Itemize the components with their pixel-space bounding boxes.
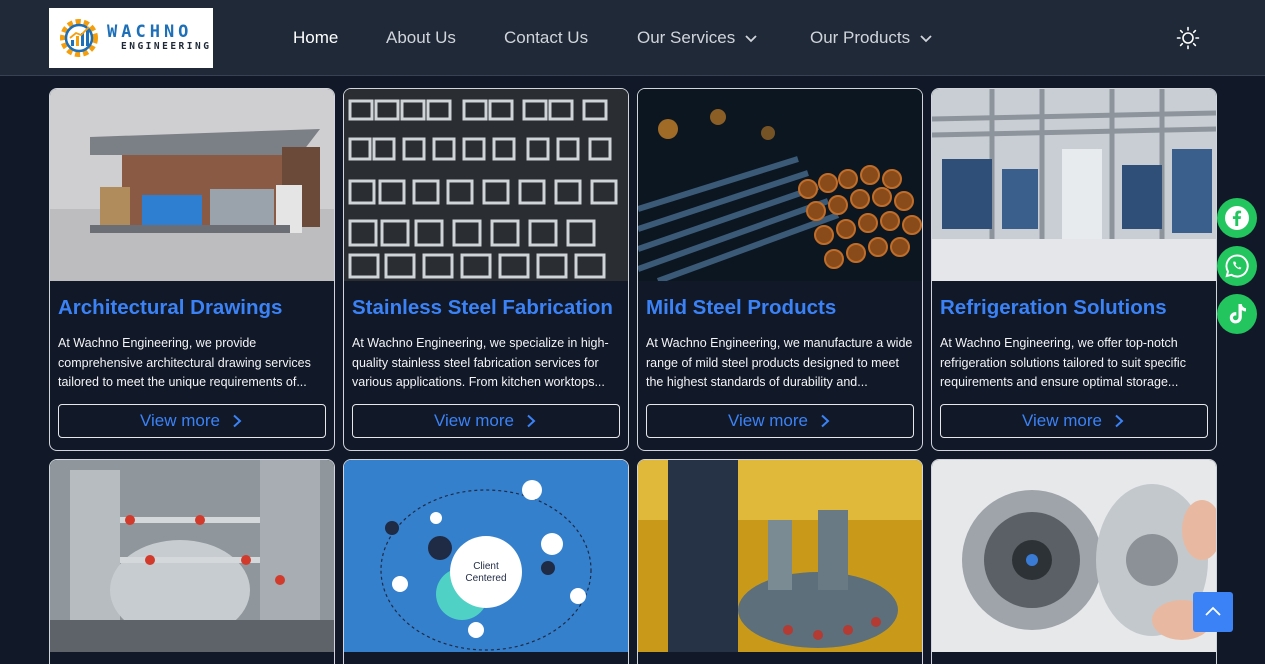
architectural-drawing-image [50,89,334,281]
chevron-right-icon [821,414,830,428]
site-header: WACHNO ENGINEERING Home About Us Contact… [0,0,1265,76]
site-logo[interactable]: WACHNO ENGINEERING [49,8,213,68]
card-description: At Wachno Engineering, we offer top-notc… [940,336,1186,389]
sun-icon[interactable] [1176,26,1200,50]
nav-about[interactable]: About Us [386,28,456,48]
view-more-label: View more [434,411,514,430]
card-description: At Wachno Engineering, we specialize in … [352,336,609,389]
tiktok-button[interactable] [1217,294,1257,334]
facebook-icon [1225,206,1249,230]
service-card-stainless: Stainless Steel Fabrication At Wachno En… [343,88,629,451]
service-card-refrigeration: Refrigeration Solutions At Wachno Engine… [931,88,1217,451]
view-more-button[interactable]: View more [352,404,620,438]
card-title: Refrigeration Solutions [940,296,1167,319]
stainless-steel-image [344,89,628,281]
motor-repair-image [932,460,1216,652]
process-equipment-image [50,460,334,652]
tiktok-icon [1229,304,1246,324]
chevron-down-icon [745,35,757,43]
card-title: Mild Steel Products [646,296,837,319]
logo-text: WACHNO ENGINEERING [107,23,211,53]
mild-steel-image [638,89,922,281]
valve-maintenance-image [638,460,922,652]
facebook-button[interactable] [1217,198,1257,238]
view-more-button[interactable]: View more [646,404,914,438]
view-more-label: View more [728,411,808,430]
nav-home[interactable]: Home [293,28,338,48]
card-title: Architectural Drawings [58,296,283,319]
card-title: Stainless Steel Fabrication [352,296,613,319]
scroll-to-top-button[interactable] [1193,592,1233,632]
service-card-motor-repair [931,459,1217,664]
chevron-down-icon [920,35,932,43]
client-centered-line2: Centered [465,573,506,584]
service-card-process-equipment [49,459,335,664]
logo-name: WACHNO [107,22,193,42]
nav-services-dropdown[interactable]: Our Services [637,28,759,48]
client-centered-image: Client Centered [344,460,628,652]
card-description: At Wachno Engineering, we manufacture a … [646,336,913,389]
service-card-mild-steel: Mild Steel Products At Wachno Engineerin… [637,88,923,451]
view-more-label: View more [140,411,220,430]
service-card-architectural: Architectural Drawings At Wachno Enginee… [49,88,335,451]
whatsapp-icon [1225,254,1249,278]
nav-contact-label: Contact Us [504,28,589,47]
view-more-button[interactable]: View more [940,404,1208,438]
nav-home-label: Home [293,28,339,47]
card-description: At Wachno Engineering, we provide compre… [58,336,311,389]
nav-contact[interactable]: Contact Us [504,28,588,48]
whatsapp-button[interactable] [1217,246,1257,286]
nav-products-label: Our Products [810,28,911,47]
chevron-right-icon [233,414,242,428]
gear-logo-icon [60,19,98,57]
logo-subtitle: ENGINEERING [121,41,212,52]
nav-services-label: Our Services [637,28,736,47]
nav-products-dropdown[interactable]: Our Products [810,28,934,48]
chevron-right-icon [1115,414,1124,428]
refrigeration-plant-image [932,89,1216,281]
nav-about-label: About Us [386,28,456,47]
service-card-valve-maintenance [637,459,923,664]
service-card-client-centered: Client Centered [343,459,629,664]
view-more-button[interactable]: View more [58,404,326,438]
client-centered-line1: Client [473,561,499,572]
chevron-right-icon [527,414,536,428]
arrow-up-icon [1205,606,1221,616]
view-more-label: View more [1022,411,1102,430]
